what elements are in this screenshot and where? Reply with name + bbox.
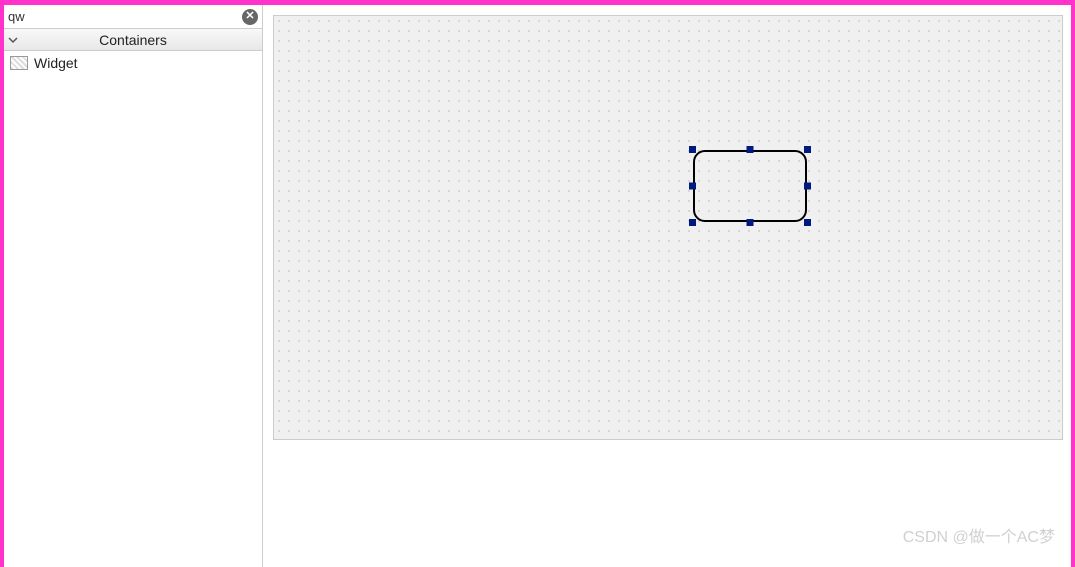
resize-handle-top-right[interactable] (804, 146, 811, 153)
resize-handle-bottom-right[interactable] (804, 219, 811, 226)
resize-handle-middle-left[interactable] (689, 183, 696, 190)
canvas-area (263, 5, 1071, 567)
widget-shape[interactable] (693, 150, 807, 222)
design-canvas[interactable] (273, 15, 1063, 440)
resize-handle-top-center[interactable] (747, 146, 754, 153)
resize-handle-top-left[interactable] (689, 146, 696, 153)
section-title: Containers (22, 32, 262, 48)
selected-widget[interactable] (689, 146, 811, 226)
resize-handle-middle-right[interactable] (804, 183, 811, 190)
resize-handle-bottom-center[interactable] (747, 219, 754, 226)
palette-section-header[interactable]: Containers (4, 29, 262, 51)
chevron-down-icon[interactable] (4, 36, 22, 44)
widget-icon (10, 56, 28, 70)
resize-handle-bottom-left[interactable] (689, 219, 696, 226)
